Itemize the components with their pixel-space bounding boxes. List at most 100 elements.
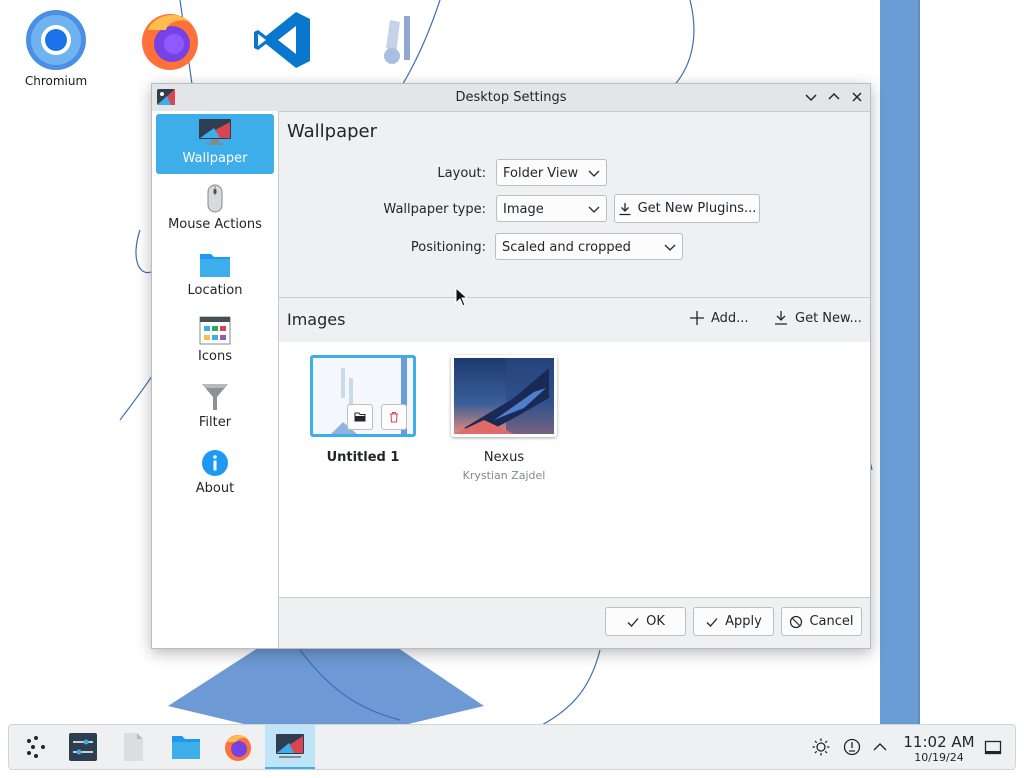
vscode-icon — [252, 8, 316, 72]
info-icon — [198, 448, 232, 478]
cancel-button[interactable]: Cancel — [781, 607, 862, 636]
wallpaper-type-value: Image — [503, 202, 544, 217]
layout-label: Layout: — [437, 166, 486, 181]
desktop-settings-dialog: Desktop Settings Wallpaper Mouse Actions… — [151, 83, 871, 649]
wallpaper-thumbnail-untitled-1[interactable] — [310, 355, 416, 437]
folder-icon — [198, 250, 232, 280]
layout-combobox[interactable]: Folder View — [496, 159, 607, 186]
checkmark-icon — [706, 617, 718, 627]
download-icon — [619, 202, 631, 215]
dialog-button-bar: OK Apply Cancel — [279, 597, 870, 648]
clock-date[interactable]: 10/19/24 — [899, 751, 979, 764]
page-title: Wallpaper — [287, 121, 378, 142]
positioning-combobox[interactable]: Scaled and cropped — [495, 233, 683, 260]
monitor-icon — [198, 118, 232, 148]
checkmark-icon — [627, 617, 639, 627]
images-header-bar: Images Add... Get New... — [279, 297, 870, 343]
sidebar-item-label: Location — [187, 283, 243, 298]
images-grid: Untitled 1 Nexus Krystian Zajdel — [279, 342, 870, 626]
plus-icon — [690, 311, 704, 325]
add-image-label: Add... — [711, 310, 749, 326]
sidebar-item-filter[interactable]: Filter — [156, 378, 274, 438]
sidebar-item-icons[interactable]: Icons — [156, 312, 274, 372]
desktop-icon-label: Chromium — [24, 74, 88, 88]
chevron-down-icon — [664, 244, 676, 251]
sidebar-item-label: About — [195, 481, 235, 496]
layout-value: Folder View — [503, 166, 579, 181]
sidebar-item-label: Filter — [198, 415, 232, 430]
desktop-icon-inkscape[interactable] — [356, 8, 436, 74]
get-new-wallpapers-button[interactable]: Get New... — [773, 310, 862, 326]
file-manager-icon — [172, 736, 200, 759]
maximize-button[interactable] — [825, 88, 843, 106]
filter-icon — [198, 382, 232, 412]
wallpaper-type-combobox[interactable]: Image — [496, 195, 607, 222]
desktop-icon-vscode[interactable] — [244, 8, 324, 74]
sidebar-item-wallpaper[interactable]: Wallpaper — [156, 114, 274, 174]
application-launcher[interactable] — [13, 725, 59, 769]
firefox-icon — [138, 8, 202, 72]
sidebar-item-mouse-actions[interactable]: Mouse Actions — [156, 180, 274, 240]
sidebar-item-label: Icons — [198, 349, 232, 364]
settings-sidebar: Wallpaper Mouse Actions Location Icons F… — [152, 111, 279, 648]
wallpaper-name: Nexus — [483, 450, 525, 465]
brightness-icon[interactable] — [812, 738, 830, 756]
show-desktop-icon[interactable] — [984, 739, 1002, 757]
wallpaper-name: Untitled 1 — [326, 450, 400, 465]
taskbar-item-document[interactable] — [110, 725, 156, 769]
apply-label: Apply — [725, 614, 762, 629]
ok-button[interactable]: OK — [605, 607, 686, 636]
sidebar-item-label: Mouse Actions — [168, 217, 262, 232]
close-icon — [852, 92, 862, 102]
desktop-icon-firefox[interactable] — [130, 8, 210, 74]
open-folder-button[interactable] — [347, 404, 373, 430]
close-button[interactable] — [848, 88, 866, 106]
titlebar[interactable]: Desktop Settings — [152, 84, 870, 112]
desktop-settings-icon — [276, 734, 304, 758]
inkscape-icon — [364, 8, 428, 72]
desktop-icon-chromium[interactable]: Chromium — [16, 8, 96, 88]
get-new-plugins-label: Get New Plugins... — [637, 201, 757, 216]
positioning-label: Positioning: — [410, 240, 486, 255]
cancel-label: Cancel — [809, 614, 854, 629]
clock-time[interactable]: 11:02 AM — [899, 733, 979, 751]
window-title: Desktop Settings — [455, 90, 567, 105]
chevron-down-icon — [588, 170, 600, 177]
get-new-plugins-button[interactable]: Get New Plugins... — [614, 194, 760, 223]
get-new-wallpapers-label: Get New... — [795, 310, 862, 326]
firefox-icon — [225, 735, 251, 761]
trash-icon — [390, 412, 398, 423]
system-settings-icon — [69, 733, 97, 761]
minimize-button[interactable] — [802, 88, 820, 106]
taskbar-item-system-settings[interactable] — [60, 725, 106, 769]
add-image-button[interactable]: Add... — [689, 310, 749, 326]
chevron-up-icon — [828, 92, 840, 100]
show-hidden-icon[interactable] — [871, 738, 889, 756]
network-icon[interactable] — [843, 738, 861, 756]
sidebar-item-location[interactable]: Location — [156, 246, 274, 306]
apply-button[interactable]: Apply — [693, 607, 774, 636]
wallpaper-preview — [454, 358, 554, 434]
sidebar-item-about[interactable]: About — [156, 444, 274, 504]
icons-grid-icon — [198, 316, 232, 346]
download-icon — [775, 311, 787, 325]
positioning-value: Scaled and cropped — [502, 240, 631, 255]
sidebar-item-label: Wallpaper — [182, 151, 248, 166]
wallpaper-author: Krystian Zajdel — [462, 469, 546, 482]
wallpaper-thumbnail-nexus[interactable] — [451, 355, 557, 437]
taskbar-item-desktop-settings[interactable] — [265, 725, 315, 769]
chevron-down-icon — [805, 94, 817, 102]
chromium-icon — [24, 8, 88, 72]
taskbar-item-file-manager[interactable] — [163, 725, 209, 769]
ok-label: OK — [646, 614, 665, 629]
taskbar: 11:02 AM 10/19/24 — [8, 724, 1016, 770]
taskbar-item-firefox[interactable] — [215, 725, 261, 769]
remove-wallpaper-button[interactable] — [381, 404, 407, 430]
mouse-icon — [198, 184, 232, 214]
cancel-icon — [790, 615, 803, 628]
mouse-pointer-icon — [455, 287, 469, 307]
chevron-down-icon — [588, 206, 600, 213]
folder-icon — [354, 412, 366, 422]
app-launcher-icon — [27, 736, 45, 758]
wallpaper-type-label: Wallpaper type: — [383, 202, 486, 217]
